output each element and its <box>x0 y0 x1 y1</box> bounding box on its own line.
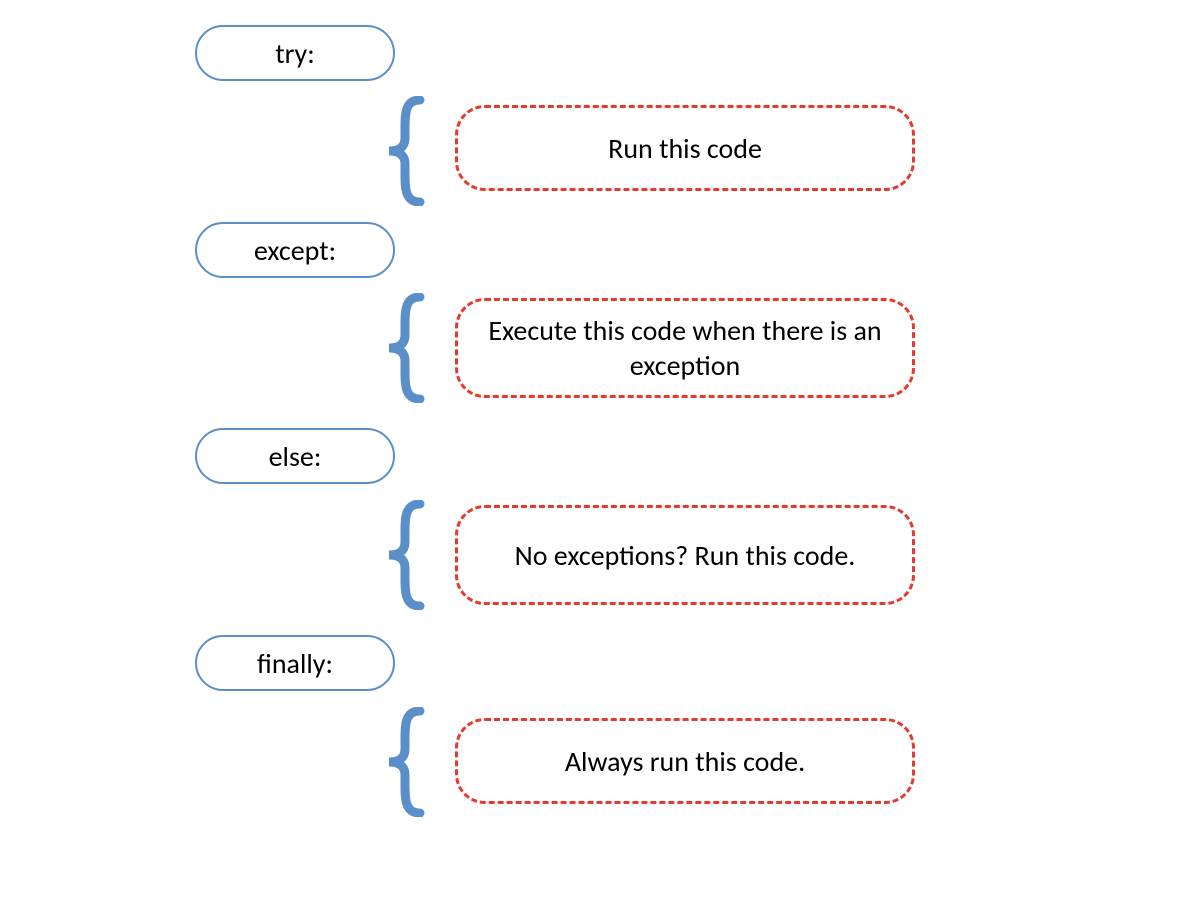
description-text: Execute this code when there is an excep… <box>488 313 882 383</box>
description-box-else: No exceptions? Run this code. <box>455 505 915 605</box>
curly-brace-icon <box>375 707 435 817</box>
exception-handling-diagram: try: Run this code except: Execute this … <box>0 0 1200 900</box>
keyword-pill-try: try: <box>195 25 395 81</box>
keyword-pill-else: else: <box>195 428 395 484</box>
keyword-label: finally: <box>257 646 333 681</box>
keyword-label: except: <box>254 233 336 268</box>
description-text: Always run this code. <box>565 744 805 779</box>
description-text: Run this code <box>608 131 762 166</box>
keyword-pill-except: except: <box>195 222 395 278</box>
curly-brace-icon <box>375 96 435 206</box>
description-text: No exceptions? Run this code. <box>515 538 856 573</box>
keyword-pill-finally: finally: <box>195 635 395 691</box>
description-box-finally: Always run this code. <box>455 718 915 804</box>
curly-brace-icon <box>375 500 435 610</box>
keyword-label: else: <box>269 439 322 474</box>
description-box-except: Execute this code when there is an excep… <box>455 298 915 398</box>
keyword-label: try: <box>275 36 314 71</box>
curly-brace-icon <box>375 293 435 403</box>
description-box-try: Run this code <box>455 105 915 191</box>
